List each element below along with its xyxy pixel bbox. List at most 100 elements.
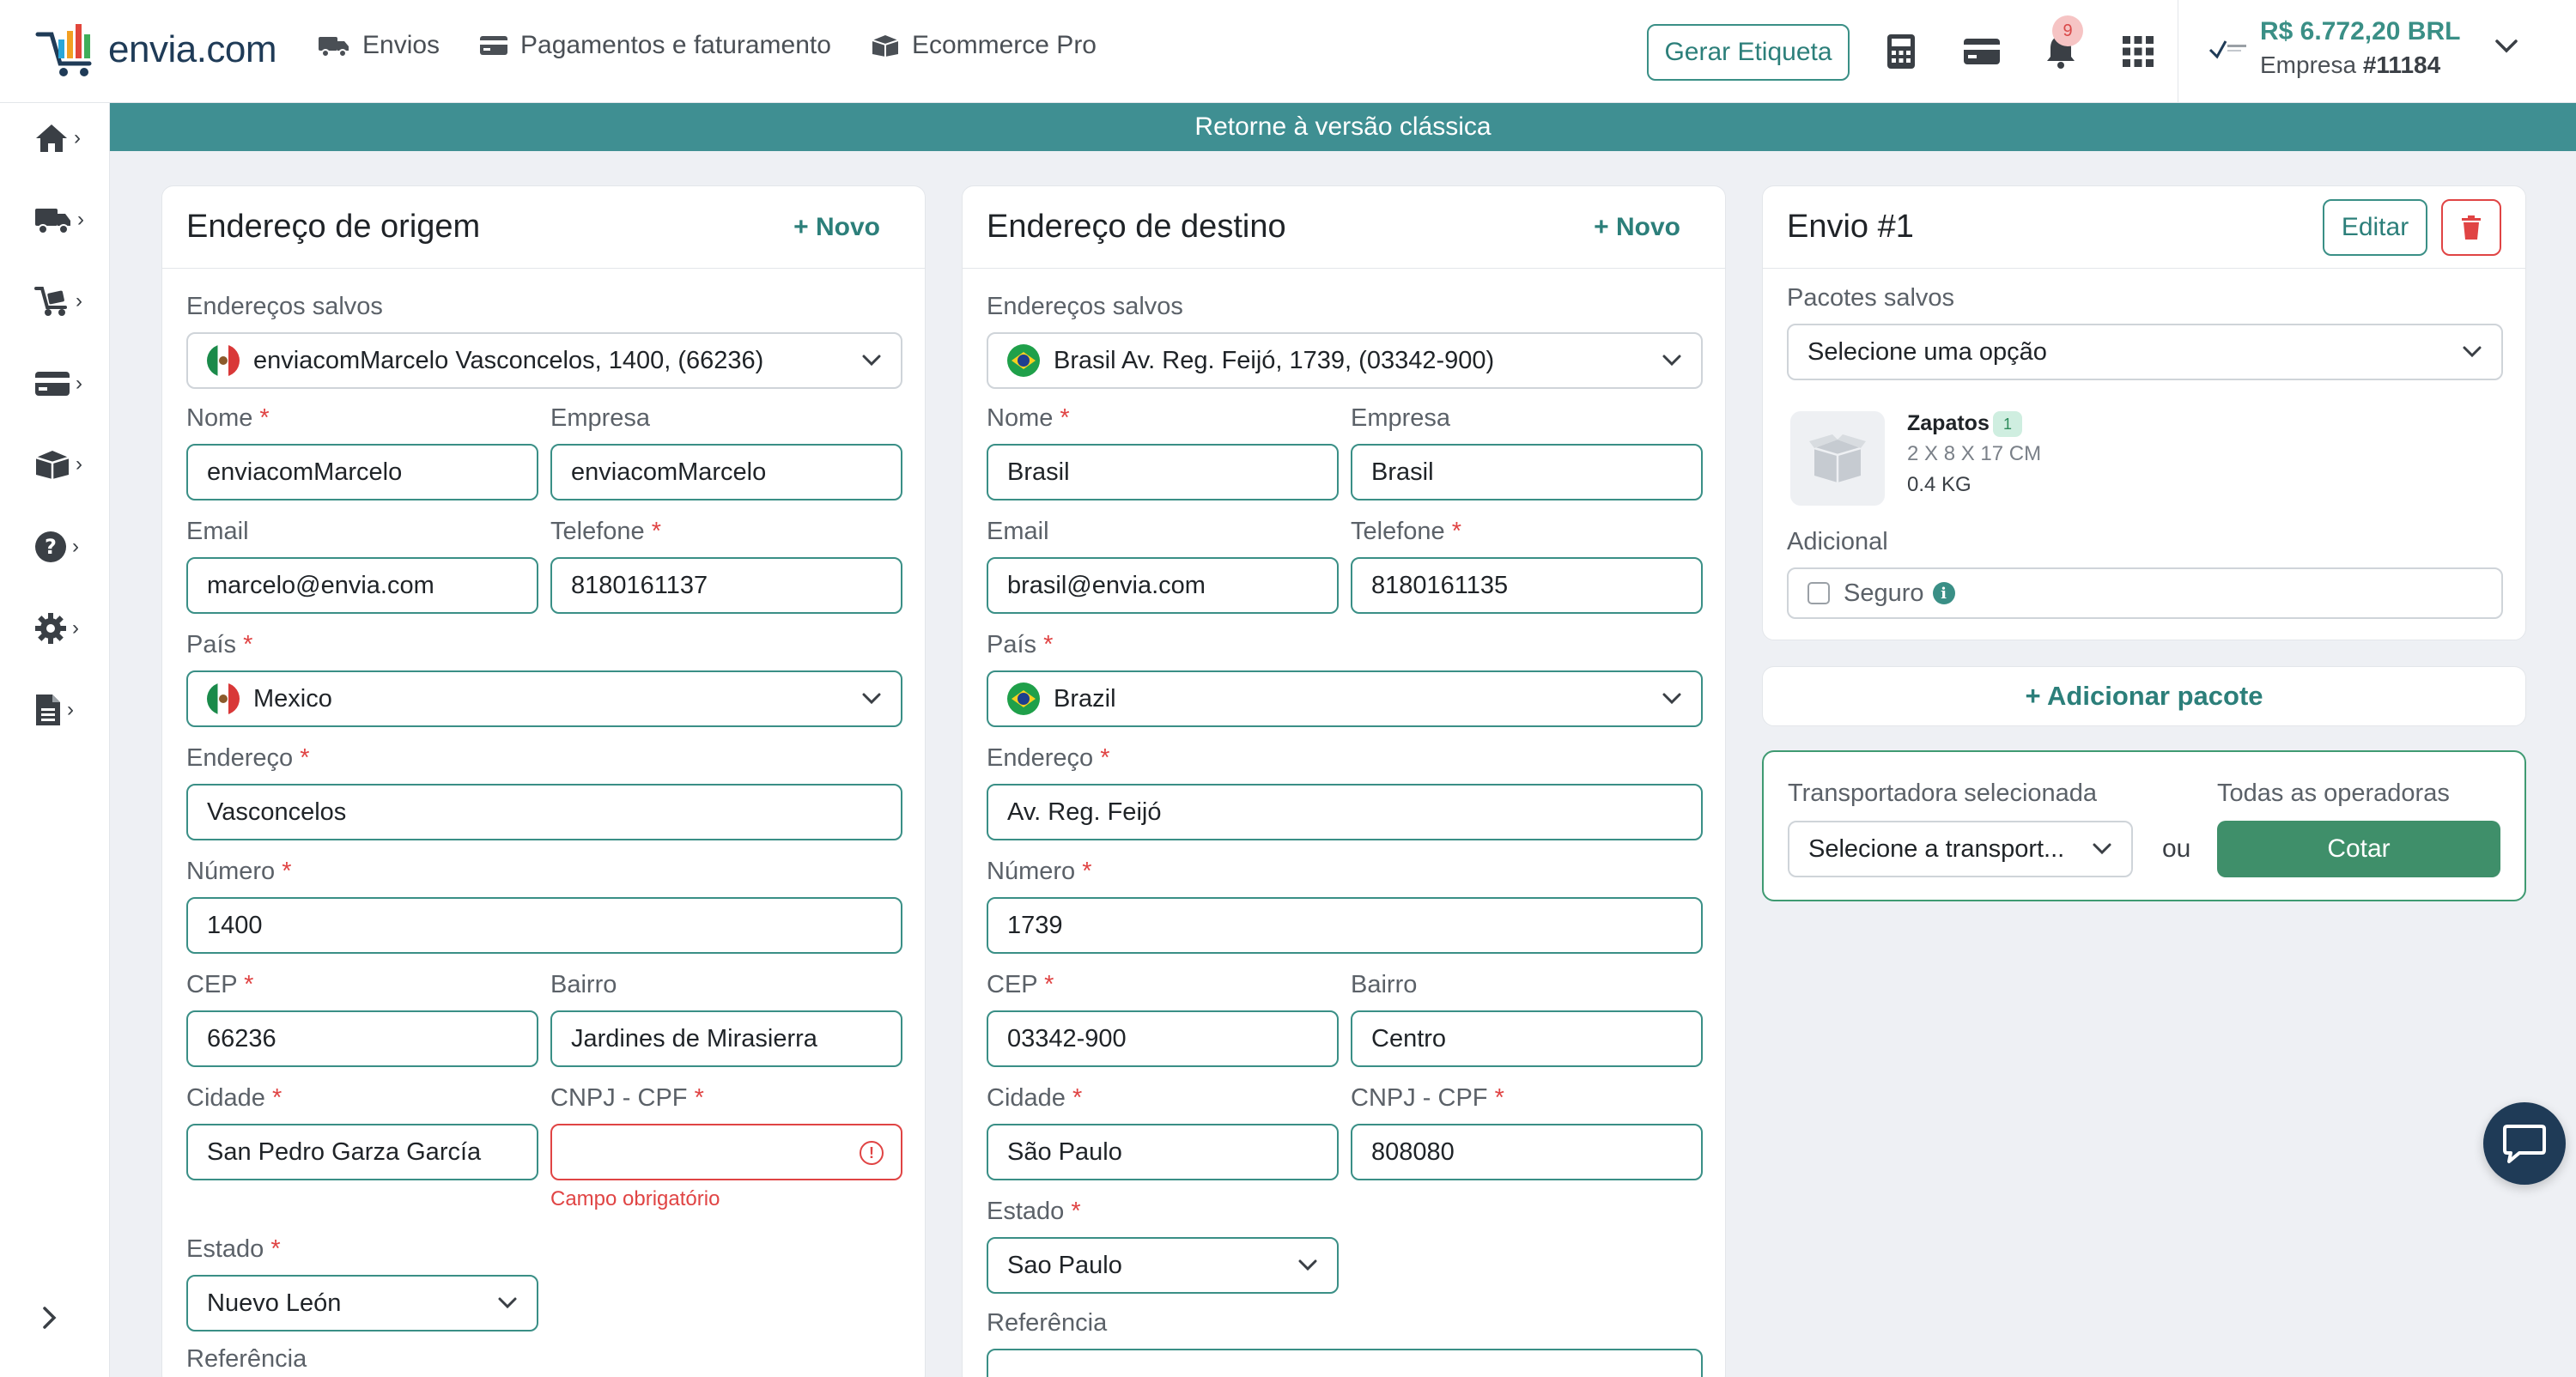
help-icon: ? bbox=[35, 531, 66, 562]
sidebar-item-cart[interactable]: › bbox=[34, 280, 94, 323]
origin-saved-label: Endereços salvos bbox=[186, 293, 383, 320]
edit-shipment-button[interactable]: Editar bbox=[2323, 198, 2427, 256]
destination-email-field[interactable]: brasil@envia.com bbox=[987, 557, 1339, 614]
nav-pagamentos[interactable]: Pagamentos e faturamento bbox=[479, 31, 831, 60]
origin-district-field[interactable]: Jardines de Mirasierra bbox=[550, 1010, 902, 1067]
info-icon[interactable]: i bbox=[1932, 582, 1955, 604]
sidebar-item-shipments[interactable]: › bbox=[34, 198, 94, 241]
chevron-down-icon bbox=[1298, 1259, 1317, 1271]
chat-button[interactable] bbox=[2483, 1102, 2566, 1185]
origin-name-field[interactable]: enviacomMarcelo bbox=[186, 444, 538, 500]
nav-envios[interactable]: Envios bbox=[318, 31, 440, 60]
origin-city-label: Cidade * bbox=[186, 1084, 282, 1113]
destination-reference-field[interactable] bbox=[987, 1349, 1703, 1377]
origin-saved-address-select[interactable]: enviacomMarcelo Vasconcelos, 1400, (6623… bbox=[186, 332, 902, 389]
destination-number-field[interactable]: 1739 bbox=[987, 897, 1703, 954]
destination-state-select[interactable]: Sao Paulo bbox=[987, 1237, 1339, 1294]
destination-address-field[interactable]: Av. Reg. Feijó bbox=[987, 784, 1703, 840]
required-mark: * bbox=[1494, 1084, 1504, 1112]
brand-logo[interactable]: envia.com bbox=[33, 19, 277, 81]
sidebar-item-billing[interactable]: › bbox=[34, 362, 94, 405]
destination-new-button[interactable]: + Novo bbox=[1594, 213, 1680, 242]
add-package-button[interactable]: + Adicionar pacote bbox=[1762, 666, 2526, 726]
origin-district-label: Bairro bbox=[550, 971, 617, 998]
origin-address-field[interactable]: Vasconcelos bbox=[186, 784, 902, 840]
required-mark: * bbox=[1072, 1084, 1083, 1112]
account-menu[interactable]: R$ 6.772,20 BRL Empresa #11184 bbox=[2207, 17, 2460, 79]
gear-icon bbox=[35, 613, 66, 644]
destination-country-select[interactable]: Brazil bbox=[987, 670, 1703, 727]
destination-tax-field[interactable]: 808080 bbox=[1351, 1124, 1703, 1180]
required-mark: * bbox=[1043, 631, 1054, 658]
apps-grid-icon[interactable] bbox=[2117, 31, 2159, 72]
origin-email-field[interactable]: marcelo@envia.com bbox=[186, 557, 538, 614]
destination-reference-label: Referência bbox=[987, 1309, 1108, 1337]
destination-state-value: Sao Paulo bbox=[1007, 1251, 1122, 1279]
nav-ecommerce-pro[interactable]: Ecommerce Pro bbox=[871, 31, 1097, 60]
shipment-card-header: Envio #1 Editar bbox=[1763, 186, 2525, 269]
origin-company-label: Empresa bbox=[550, 404, 651, 432]
destination-tax-label: CNPJ - CPF * bbox=[1351, 1084, 1504, 1113]
expand-sidebar-icon[interactable] bbox=[41, 1305, 58, 1331]
top-bar: envia.com Envios Pagamentos e faturament… bbox=[0, 0, 2576, 103]
sidebar-item-help[interactable]: ? › bbox=[34, 525, 94, 568]
saved-packages-select[interactable]: Selecione uma opção bbox=[1787, 324, 2503, 380]
sidebar-item-ecommerce[interactable]: › bbox=[34, 443, 94, 486]
svg-text:?: ? bbox=[45, 535, 57, 559]
destination-state-label: Estado * bbox=[987, 1198, 1081, 1226]
carrier-select[interactable]: Selecione a transport... bbox=[1788, 821, 2133, 877]
origin-state-select[interactable]: Nuevo León bbox=[186, 1275, 538, 1332]
generate-label-button[interactable]: Gerar Etiqueta bbox=[1647, 24, 1850, 81]
chevron-right-icon: › bbox=[67, 698, 74, 721]
insurance-checkbox[interactable] bbox=[1807, 582, 1830, 604]
destination-district-field[interactable]: Centro bbox=[1351, 1010, 1703, 1067]
destination-card-header: Endereço de destino + Novo bbox=[963, 186, 1725, 269]
chevron-down-icon bbox=[862, 693, 881, 705]
origin-name-label-text: Nome bbox=[186, 404, 253, 432]
truck-icon bbox=[319, 37, 349, 58]
required-mark: * bbox=[1451, 518, 1462, 545]
destination-email-label: Email bbox=[987, 518, 1049, 545]
destination-name-field[interactable]: Brasil bbox=[987, 444, 1339, 500]
origin-company-field[interactable]: enviacomMarcelo bbox=[550, 444, 902, 500]
origin-name-label: Nome * bbox=[186, 404, 270, 433]
quote-button[interactable]: Cotar bbox=[2217, 821, 2500, 877]
required-mark: * bbox=[271, 1084, 283, 1112]
required-mark: * bbox=[243, 631, 253, 658]
open-box-icon bbox=[1809, 434, 1866, 482]
destination-country-value: Brazil bbox=[1054, 684, 1116, 713]
shipment-title: Envio #1 bbox=[1787, 209, 1914, 245]
destination-cep-field[interactable]: 03342-900 bbox=[987, 1010, 1339, 1067]
credit-card-icon[interactable] bbox=[1961, 31, 2002, 72]
origin-address-card: Endereço de origem + Novo Endereços salv… bbox=[161, 185, 926, 1377]
origin-country-value: Mexico bbox=[253, 684, 332, 713]
calculator-icon[interactable] bbox=[1880, 31, 1922, 72]
classic-version-banner[interactable]: Retorne à versão clássica bbox=[110, 103, 2576, 151]
destination-address-card: Endereço de destino + Novo Endereços sal… bbox=[962, 185, 1726, 1377]
destination-saved-address-select[interactable]: Brasil Av. Reg. Feijó, 1739, (03342-900) bbox=[987, 332, 1703, 389]
origin-country-select[interactable]: Mexico bbox=[186, 670, 902, 727]
origin-cep-field[interactable]: 66236 bbox=[186, 1010, 538, 1067]
destination-company-field[interactable]: Brasil bbox=[1351, 444, 1703, 500]
destination-state-label-text: Estado bbox=[987, 1198, 1065, 1225]
chevron-down-icon[interactable] bbox=[2494, 38, 2519, 55]
origin-phone-field[interactable]: 8180161137 bbox=[550, 557, 902, 614]
required-mark: * bbox=[1071, 1198, 1081, 1225]
destination-title: Endereço de destino bbox=[987, 209, 1286, 245]
sidebar-item-settings[interactable]: › bbox=[34, 607, 94, 650]
delete-shipment-button[interactable] bbox=[2441, 198, 2501, 256]
origin-address-label-text: Endereço bbox=[186, 744, 294, 772]
sidebar-item-documents[interactable]: › bbox=[34, 688, 94, 731]
package-thumbnail bbox=[1790, 411, 1885, 506]
origin-tax-error: Campo obrigatório bbox=[550, 1187, 720, 1210]
origin-tax-field[interactable]: ! bbox=[550, 1124, 902, 1180]
origin-number-field[interactable]: 1400 bbox=[186, 897, 902, 954]
company-id: Empresa #11184 bbox=[2260, 52, 2460, 79]
sidebar-item-home[interactable]: › bbox=[34, 117, 94, 160]
origin-city-field[interactable]: San Pedro Garza García bbox=[186, 1124, 538, 1180]
destination-city-field[interactable]: São Paulo bbox=[987, 1124, 1339, 1180]
origin-new-button[interactable]: + Novo bbox=[793, 213, 880, 242]
destination-phone-field[interactable]: 8180161135 bbox=[1351, 557, 1703, 614]
carrier-quote-card: Transportadora selecionada Selecione a t… bbox=[1762, 750, 2526, 901]
origin-number-label-text: Número bbox=[186, 858, 276, 885]
